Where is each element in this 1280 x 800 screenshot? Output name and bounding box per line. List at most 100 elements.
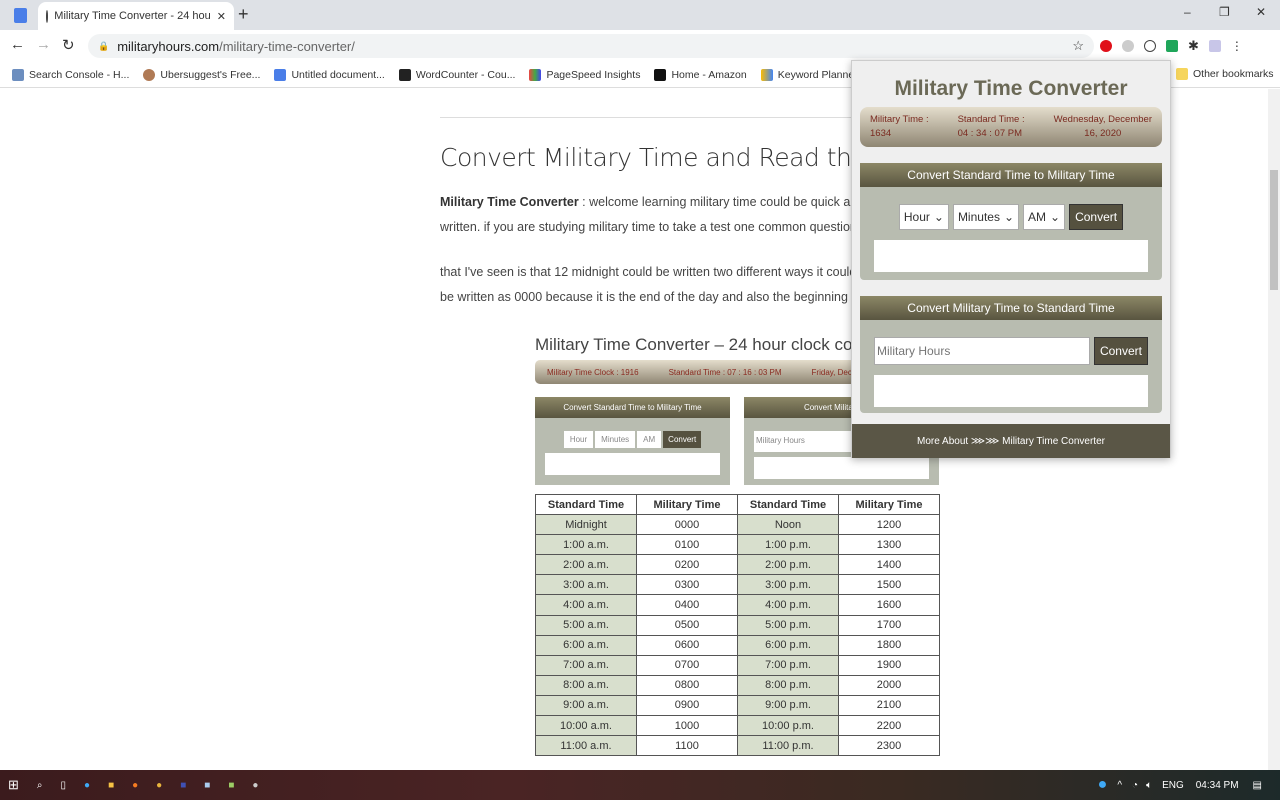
windows-start-icon[interactable]: ⊞ xyxy=(8,777,19,793)
bookmark-pagespeed[interactable]: PageSpeed Insights xyxy=(529,68,640,81)
bookmark-label: Search Console - H... xyxy=(29,68,130,81)
military-hours-input[interactable] xyxy=(874,337,1090,365)
img-std: Standard Time : 07 : 16 : 03 PM xyxy=(668,367,782,377)
bookmark-untitled-document[interactable]: Untitled document... xyxy=(274,68,385,81)
language-indicator[interactable]: ENG xyxy=(1162,780,1184,791)
std-value: 04 : 34 : 07 PM xyxy=(957,128,1022,139)
photoshop-icon[interactable]: ■ xyxy=(180,780,186,791)
table-cell: 11:00 a.m. xyxy=(535,735,637,757)
bookmark-label: Untitled document... xyxy=(291,68,385,81)
img-sec1: Convert Standard Time to Military Time xyxy=(535,397,730,418)
chrome-icon[interactable]: ● xyxy=(156,780,162,791)
volume-icon[interactable]: 🔈︎ xyxy=(1146,780,1152,791)
active-tab[interactable]: Military Time Converter - 24 hou ✕ xyxy=(38,2,234,30)
para-text: that I've seen is that 12 midnight could… xyxy=(440,265,867,279)
minimize-icon[interactable]: – xyxy=(1184,5,1191,19)
profile-avatar[interactable] xyxy=(1208,40,1221,52)
table-cell: 2:00 a.m. xyxy=(535,554,637,576)
standard-to-military-section: Convert Standard Time to Military Time H… xyxy=(860,163,1162,280)
table-cell: 6:00 p.m. xyxy=(737,634,839,656)
table-cell: 11:00 p.m. xyxy=(737,735,839,757)
table-cell: 2300 xyxy=(838,735,940,757)
table-cell: 3:00 p.m. xyxy=(737,574,839,596)
bookmark-star-icon[interactable]: ☆ xyxy=(1072,38,1084,54)
intro-paragraph: Military Time Converter : welcome learni… xyxy=(440,190,867,240)
restore-icon[interactable]: ❐ xyxy=(1219,5,1230,19)
table-cell: 1000 xyxy=(636,715,738,737)
table-cell: 0000 xyxy=(636,514,738,536)
clock[interactable]: 04:34 PM xyxy=(1196,780,1239,791)
table-cell: 1:00 a.m. xyxy=(535,534,637,556)
extensions-puzzle-icon[interactable]: ✱ xyxy=(1188,38,1199,54)
uf-extension-icon[interactable] xyxy=(1166,40,1178,52)
chevron-up-icon[interactable]: ^ xyxy=(1117,780,1122,791)
menu-kebab-icon[interactable]: ⋮ xyxy=(1231,39,1243,53)
app-icon[interactable]: ■ xyxy=(204,780,210,791)
table-row: 3:00 a.m. 0300 3:00 p.m. 1500 xyxy=(535,574,940,596)
bookmark-search-console[interactable]: Search Console - H... xyxy=(12,68,130,81)
app-icon[interactable]: ● xyxy=(252,780,258,791)
table-cell: 0400 xyxy=(636,594,738,616)
docs-tab-icon[interactable] xyxy=(14,8,27,23)
hour-select[interactable]: Hour ⌄ xyxy=(898,204,949,230)
opera-extension-icon[interactable] xyxy=(1100,40,1112,52)
table-cell: 2000 xyxy=(838,674,940,696)
more-about-link[interactable]: More About ⋙⋙ Military Time Converter xyxy=(852,424,1170,458)
mil-value: 1634 xyxy=(870,128,892,139)
table-cell: Midnight xyxy=(535,514,637,536)
search-icon[interactable]: ⌕ xyxy=(37,780,43,791)
extension-icon[interactable] xyxy=(1122,40,1134,52)
convert-standard-button[interactable]: Convert xyxy=(1069,204,1124,230)
network-icon[interactable]: ◔ xyxy=(1132,780,1138,791)
bookmark-ubersuggest[interactable]: Ubersuggest's Free... xyxy=(143,68,261,81)
divider xyxy=(440,117,860,118)
table-cell: 1100 xyxy=(636,735,738,757)
close-window-icon[interactable]: ✕ xyxy=(1256,5,1266,19)
table-cell: 4:00 a.m. xyxy=(535,594,637,616)
military-time-extension-icon[interactable] xyxy=(1144,40,1156,52)
popup-title: Military Time Converter xyxy=(894,77,1128,100)
table-cell: 8:00 p.m. xyxy=(737,674,839,696)
forward-icon[interactable]: → xyxy=(36,36,51,53)
task-view-icon[interactable]: ▯ xyxy=(61,780,67,791)
file-explorer-icon[interactable]: ■ xyxy=(108,780,114,791)
bookmark-label: Ubersuggest's Free... xyxy=(160,68,261,81)
bookmark-amazon[interactable]: Home - Amazon xyxy=(654,68,747,81)
firefox-icon[interactable]: ● xyxy=(132,780,138,791)
edge-icon[interactable]: ● xyxy=(84,780,90,791)
table-cell: 9:00 p.m. xyxy=(737,694,839,717)
reload-icon[interactable]: ↻ xyxy=(62,36,75,54)
notepad-icon[interactable]: ■ xyxy=(228,780,234,791)
docs-icon xyxy=(274,68,287,81)
bookmark-wordcounter[interactable]: WordCounter - Cou... xyxy=(398,68,515,81)
std-label: Standard Time : xyxy=(957,114,1025,125)
table-cell: 10:00 p.m. xyxy=(737,715,839,737)
other-bookmarks[interactable]: Other bookmarks xyxy=(1176,68,1274,80)
date-line: Wednesday, December xyxy=(1053,114,1152,125)
lock-icon: 🔒 xyxy=(98,40,110,51)
table-row: 2:00 a.m. 0200 2:00 p.m. 1400 xyxy=(535,554,940,576)
clock-bar: Military Time : 1634 Standard Time : 04 : … xyxy=(860,107,1162,147)
table-row: Midnight 0000 Noon 1200 xyxy=(535,514,940,536)
scrollbar-thumb[interactable] xyxy=(1270,170,1278,290)
convert-military-button[interactable]: Convert xyxy=(1093,337,1148,365)
close-tab-icon[interactable]: ✕ xyxy=(217,10,226,23)
help-icon[interactable]: ● xyxy=(1098,776,1108,794)
table-row: 8:00 a.m. 0800 8:00 p.m. 2000 xyxy=(535,674,940,696)
folder-icon xyxy=(1176,68,1188,80)
table-cell: 0200 xyxy=(636,554,738,576)
tab-title: Military Time Converter - 24 hou xyxy=(54,10,211,22)
page-heading: Convert Military Time and Read the 24 xyxy=(440,143,905,172)
url-domain: militaryhours.com xyxy=(117,38,220,54)
col-header: Standard Time xyxy=(535,493,637,516)
para-text: be written as 0000 because it is the end… xyxy=(440,290,869,304)
minutes-select[interactable]: Minutes ⌄ xyxy=(952,204,1020,230)
notifications-icon[interactable]: ▤ xyxy=(1253,780,1262,791)
back-icon[interactable]: ← xyxy=(10,36,25,53)
address-bar[interactable]: 🔒 militaryhours.com/military-time-conver… xyxy=(88,34,1094,58)
table-cell: 2200 xyxy=(838,715,940,737)
new-tab-icon[interactable]: + xyxy=(238,4,249,25)
table-cell: 0800 xyxy=(636,674,738,696)
ampm-select[interactable]: AM ⌄ xyxy=(1023,204,1066,230)
section-title: Convert Standard Time to Military Time xyxy=(860,163,1162,187)
